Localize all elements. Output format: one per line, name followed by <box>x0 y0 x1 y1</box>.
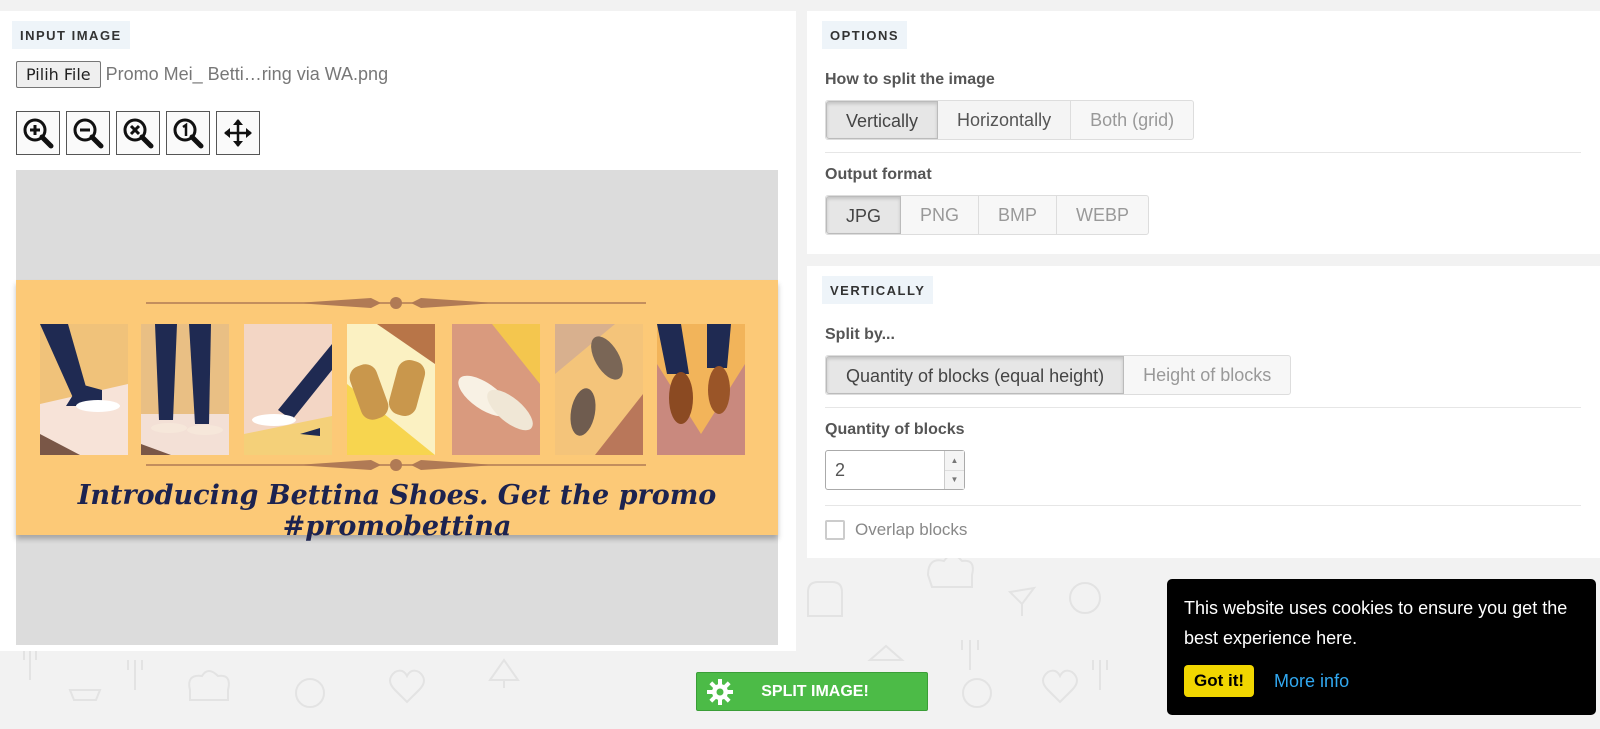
shoe-photo <box>40 324 128 455</box>
split-mode-label: How to split the image <box>825 71 995 88</box>
banner-ornament-top <box>146 297 646 309</box>
output-format-toggle: JPG PNG BMP WEBP <box>825 195 1150 235</box>
cookie-actions: Got it! More info <box>1184 665 1579 697</box>
selected-file-name: Promo Mei_ Betti…ring via WA.png <box>105 64 389 84</box>
vertical-split-panel: VERTICALLY Split by... Quantity of block… <box>807 266 1600 558</box>
zoom-actual-size-button[interactable] <box>166 111 210 155</box>
zoom-toolbar <box>16 111 266 155</box>
zoom-actual-size-icon <box>173 118 204 149</box>
accept-cookies-button[interactable]: Got it! <box>1184 665 1255 697</box>
decrement-arrow-icon[interactable]: ▼ <box>945 471 964 490</box>
choose-file-button[interactable]: Pilih File <box>16 61 101 88</box>
split-horizontally-option[interactable]: Horizontally <box>938 101 1072 139</box>
overlap-blocks-label: Overlap blocks <box>855 520 968 539</box>
preview-image: Introducing Bettina Shoes. Get the promo… <box>16 280 778 542</box>
divider <box>825 505 1581 506</box>
format-bmp-option[interactable]: BMP <box>979 196 1058 234</box>
shoe-photo <box>555 324 643 455</box>
quantity-of-blocks-label: Quantity of blocks <box>825 421 965 438</box>
zoom-out-icon <box>73 118 104 149</box>
quantity-stepper: ▲ ▼ <box>944 451 964 489</box>
zoom-out-button[interactable] <box>66 111 110 155</box>
options-panel: OPTIONS How to split the image Verticall… <box>807 11 1600 254</box>
gear-icon <box>697 678 743 705</box>
vertically-heading: VERTICALLY <box>822 276 934 304</box>
quantity-of-blocks-option[interactable]: Quantity of blocks (equal height) <box>826 356 1125 394</box>
split-grid-option[interactable]: Both (grid) <box>1071 101 1193 139</box>
split-image-label: SPLIT IMAGE! <box>761 682 869 700</box>
overlap-blocks-checkbox[interactable] <box>825 520 845 540</box>
increment-arrow-icon[interactable]: ▲ <box>945 451 964 471</box>
shoe-photo <box>657 324 745 455</box>
move-icon <box>224 119 252 147</box>
split-image-button[interactable]: SPLIT IMAGE! <box>696 672 928 711</box>
height-of-blocks-option[interactable]: Height of blocks <box>1124 356 1290 394</box>
zoom-reset-icon <box>123 118 154 149</box>
divider <box>825 407 1581 408</box>
options-heading: OPTIONS <box>822 21 908 49</box>
file-picker: Pilih File Promo Mei_ Betti…ring via WA.… <box>16 61 388 88</box>
output-format-label: Output format <box>825 166 932 183</box>
zoom-in-button[interactable] <box>16 111 60 155</box>
cookie-consent-banner: This website uses cookies to ensure you … <box>1167 579 1596 715</box>
split-by-label: Split by... <box>825 326 895 343</box>
more-info-link[interactable]: More info <box>1274 671 1349 692</box>
input-image-heading: INPUT IMAGE <box>12 21 130 49</box>
image-preview-canvas[interactable]: Introducing Bettina Shoes. Get the promo… <box>16 170 778 645</box>
zoom-in-icon <box>23 118 54 149</box>
shoe-photo <box>347 324 435 455</box>
shoe-photo <box>244 324 332 455</box>
split-by-toggle: Quantity of blocks (equal height) Height… <box>825 355 1292 395</box>
banner-caption: Introducing Bettina Shoes. Get the promo… <box>77 480 717 542</box>
shoe-photo <box>452 324 540 455</box>
divider <box>825 152 1581 153</box>
banner-ornament-bottom <box>146 459 646 471</box>
split-vertically-option[interactable]: Vertically <box>826 101 939 139</box>
split-mode-toggle: Vertically Horizontally Both (grid) <box>825 100 1195 140</box>
input-image-panel: INPUT IMAGE Pilih File Promo Mei_ Betti…… <box>0 11 796 651</box>
quantity-of-blocks-field[interactable] <box>826 451 938 489</box>
zoom-reset-button[interactable] <box>116 111 160 155</box>
cookie-message: This website uses cookies to ensure you … <box>1184 598 1568 648</box>
format-jpg-option[interactable]: JPG <box>826 196 902 234</box>
format-png-option[interactable]: PNG <box>901 196 980 234</box>
shoe-photo <box>141 324 229 455</box>
format-webp-option[interactable]: WEBP <box>1057 196 1148 234</box>
overlap-blocks-row: Overlap blocks <box>825 520 967 540</box>
move-button[interactable] <box>216 111 260 155</box>
quantity-of-blocks-input: ▲ ▼ <box>825 450 965 490</box>
